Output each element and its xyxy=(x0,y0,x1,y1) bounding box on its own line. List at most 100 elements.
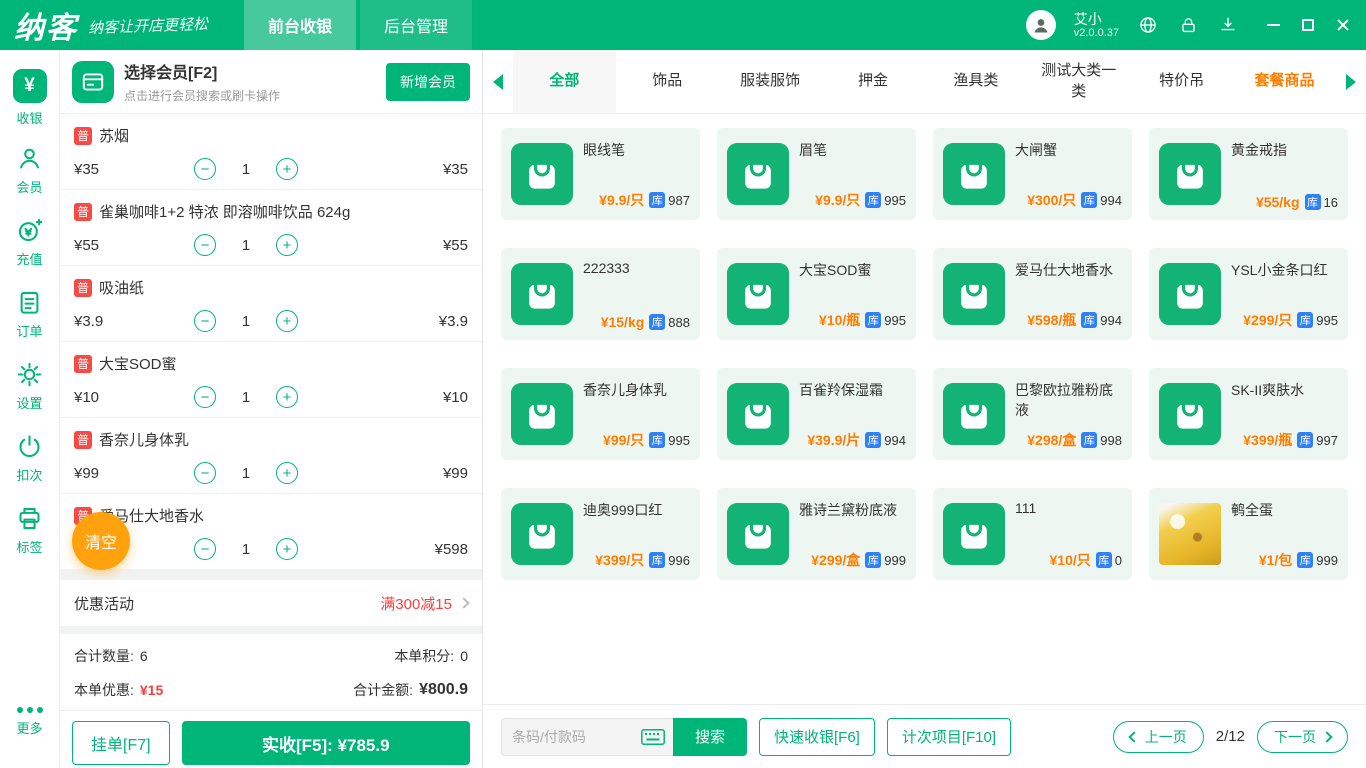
qty-minus-button[interactable]: − xyxy=(194,386,216,408)
promo-row[interactable]: 优惠活动 满300减15 xyxy=(60,580,482,626)
product-card[interactable]: 大闸蟹 ¥300/只 库 994 xyxy=(933,128,1132,220)
qty-plus-button[interactable]: + xyxy=(276,158,298,180)
product-panel: 全部 饰品 服装服饰 押金 渔具类 测试大类一类 特价吊 套餐商品 眼线笔 ¥9… xyxy=(482,50,1366,768)
product-price: ¥15/kg xyxy=(600,314,645,330)
product-card[interactable]: 雅诗兰黛粉底液 ¥299/盒 库 999 xyxy=(717,488,916,580)
sidebar-item-orders[interactable]: 订单 xyxy=(0,278,59,350)
points-label: 本单积分: xyxy=(394,648,455,664)
qty-plus-button[interactable]: + xyxy=(276,234,298,256)
product-stock: 994 xyxy=(1100,192,1122,208)
product-price: ¥299/盒 xyxy=(811,552,861,568)
product-card[interactable]: 迪奥999口红 ¥399/只 库 996 xyxy=(501,488,700,580)
minimize-button[interactable] xyxy=(1267,24,1280,26)
qty-plus-button[interactable]: + xyxy=(276,538,298,560)
download-icon[interactable] xyxy=(1217,14,1239,36)
cart-item-total: ¥598 xyxy=(434,540,468,558)
maximize-button[interactable] xyxy=(1302,19,1314,31)
app-version: v2.0.0.37 xyxy=(1073,26,1119,39)
mode-tab[interactable]: 前台收银 xyxy=(244,0,357,50)
category-prev-arrow[interactable] xyxy=(483,50,513,113)
cart-item-name: 香奈儿身体乳 xyxy=(99,432,190,449)
sidebar-item-recharge[interactable]: 充值 xyxy=(0,206,59,278)
clear-cart-button[interactable]: 清空 xyxy=(72,512,130,570)
sidebar-item-label: 充值 xyxy=(16,251,43,267)
qty-plus-button[interactable]: + xyxy=(276,386,298,408)
product-price: ¥10/瓶 xyxy=(819,312,861,328)
sidebar-item-cashier[interactable]: ¥ 收银 xyxy=(0,62,59,134)
product-stock: 995 xyxy=(884,192,906,208)
lock-icon[interactable] xyxy=(1177,14,1199,36)
product-area: 眼线笔 ¥9.9/只 库 987 眉笔 ¥9.9/只 库 995 大闸蟹 ¥30… xyxy=(483,114,1366,704)
next-page-button[interactable]: 下一页 xyxy=(1257,720,1348,753)
qty-minus-button[interactable]: − xyxy=(194,462,216,484)
product-card[interactable]: 111 ¥10/只 库 0 xyxy=(933,488,1132,580)
search-button[interactable]: 搜索 xyxy=(673,717,747,756)
sidebar-item-settings[interactable]: 设置 xyxy=(0,350,59,422)
cart-item-total: ¥35 xyxy=(442,160,468,178)
keyboard-icon[interactable] xyxy=(641,728,665,745)
category-tab[interactable]: 全部 xyxy=(513,50,616,113)
member-select-card[interactable]: 选择会员[F2] 点击进行会员搜索或刷卡操作 新增会员 xyxy=(60,50,482,114)
checkout-button[interactable]: 实收[F5]: ¥785.9 xyxy=(181,721,470,765)
category-tab[interactable]: 测试大类一类 xyxy=(1027,50,1130,113)
window-controls xyxy=(1267,18,1350,32)
count-item-button[interactable]: 计次项目[F10] xyxy=(886,717,1012,756)
stock-badge: 库 xyxy=(865,312,882,328)
order-list-icon xyxy=(20,291,39,314)
hold-order-button[interactable]: 挂单[F7] xyxy=(72,721,170,765)
shopping-bag-icon xyxy=(511,263,573,325)
category-tab[interactable]: 特价吊 xyxy=(1130,50,1233,113)
product-name: 眉笔 xyxy=(799,142,827,158)
user-avatar[interactable] xyxy=(1025,10,1056,40)
product-card[interactable]: SK-II爽肤水 ¥399/瓶 库 997 xyxy=(1149,368,1348,460)
product-card[interactable]: YSL小金条口红 ¥299/只 库 995 xyxy=(1149,248,1348,340)
close-button[interactable] xyxy=(1336,18,1350,32)
sidebar-item-label-print[interactable]: 标签 xyxy=(0,494,59,566)
category-tab[interactable]: 套餐商品 xyxy=(1233,50,1336,113)
category-tab[interactable]: 饰品 xyxy=(616,50,719,113)
category-tab[interactable]: 渔具类 xyxy=(925,50,1028,113)
product-card[interactable]: 222333 ¥15/kg 库 888 xyxy=(501,248,700,340)
user-info: 艾小 v2.0.0.37 xyxy=(1074,11,1119,40)
product-card[interactable]: 眉笔 ¥9.9/只 库 995 xyxy=(717,128,916,220)
add-member-button[interactable]: 新增会员 xyxy=(386,62,470,101)
product-name: 222333 xyxy=(583,260,630,276)
cart-item: 普 雀巢咖啡1+2 特浓 即溶咖啡饮品 624g ¥55 − 1 + ¥55 xyxy=(60,190,482,266)
qty-plus-button[interactable]: + xyxy=(276,310,298,332)
network-globe-icon[interactable] xyxy=(1137,14,1159,36)
category-tab[interactable]: 押金 xyxy=(822,50,925,113)
category-tab[interactable]: 服装服饰 xyxy=(719,50,822,113)
product-price: ¥300/只 xyxy=(1027,192,1077,208)
quick-cashier-button[interactable]: 快速收银[F6] xyxy=(759,717,875,756)
category-tabs: 全部 饰品 服装服饰 押金 渔具类 测试大类一类 特价吊 套餐商品 xyxy=(513,50,1336,113)
shopping-bag-icon xyxy=(511,503,573,565)
gear-icon xyxy=(17,362,42,386)
sidebar-item-more[interactable]: 更多 xyxy=(0,686,59,758)
member-select-title: 选择会员[F2] xyxy=(124,65,218,82)
prev-page-button[interactable]: 上一页 xyxy=(1112,720,1204,753)
cart-item-price: ¥35 xyxy=(74,160,100,178)
product-card[interactable]: 鹌全蛋 ¥1/包 库 999 xyxy=(1149,488,1348,580)
product-card[interactable]: 巴黎欧拉雅粉底液 ¥298/盒 库 998 xyxy=(933,368,1132,460)
qty-minus-button[interactable]: − xyxy=(194,158,216,180)
qty-minus-button[interactable]: − xyxy=(194,234,216,256)
product-stock: 999 xyxy=(1316,552,1338,568)
product-card[interactable]: 香奈儿身体乳 ¥99/只 库 995 xyxy=(501,368,700,460)
brand-logo: 纳客 xyxy=(14,12,78,45)
stock-badge: 库 xyxy=(649,552,666,568)
qty-minus-button[interactable]: − xyxy=(194,538,216,560)
triangle-right-icon xyxy=(1346,73,1356,90)
sidebar-item-member[interactable]: 会员 xyxy=(0,134,59,206)
mode-tab[interactable]: 后台管理 xyxy=(360,0,473,50)
product-card[interactable]: 百雀羚保湿霜 ¥39.9/片 库 994 xyxy=(717,368,916,460)
shopping-bag-icon xyxy=(943,263,1005,325)
product-card[interactable]: 爱马仕大地香水 ¥598/瓶 库 994 xyxy=(933,248,1132,340)
qty-plus-button[interactable]: + xyxy=(276,462,298,484)
sidebar: ¥ 收银 会员 充值 订单 设置 扣次 标签 更多 xyxy=(0,50,60,768)
category-next-arrow[interactable] xyxy=(1336,50,1366,113)
qty-minus-button[interactable]: − xyxy=(194,310,216,332)
sidebar-item-deduct[interactable]: 扣次 xyxy=(0,422,59,494)
product-card[interactable]: 黄金戒指 ¥55/kg 库 16 xyxy=(1149,128,1348,220)
product-card[interactable]: 大宝SOD蜜 ¥10/瓶 库 995 xyxy=(717,248,916,340)
product-card[interactable]: 眼线笔 ¥9.9/只 库 987 xyxy=(501,128,700,220)
